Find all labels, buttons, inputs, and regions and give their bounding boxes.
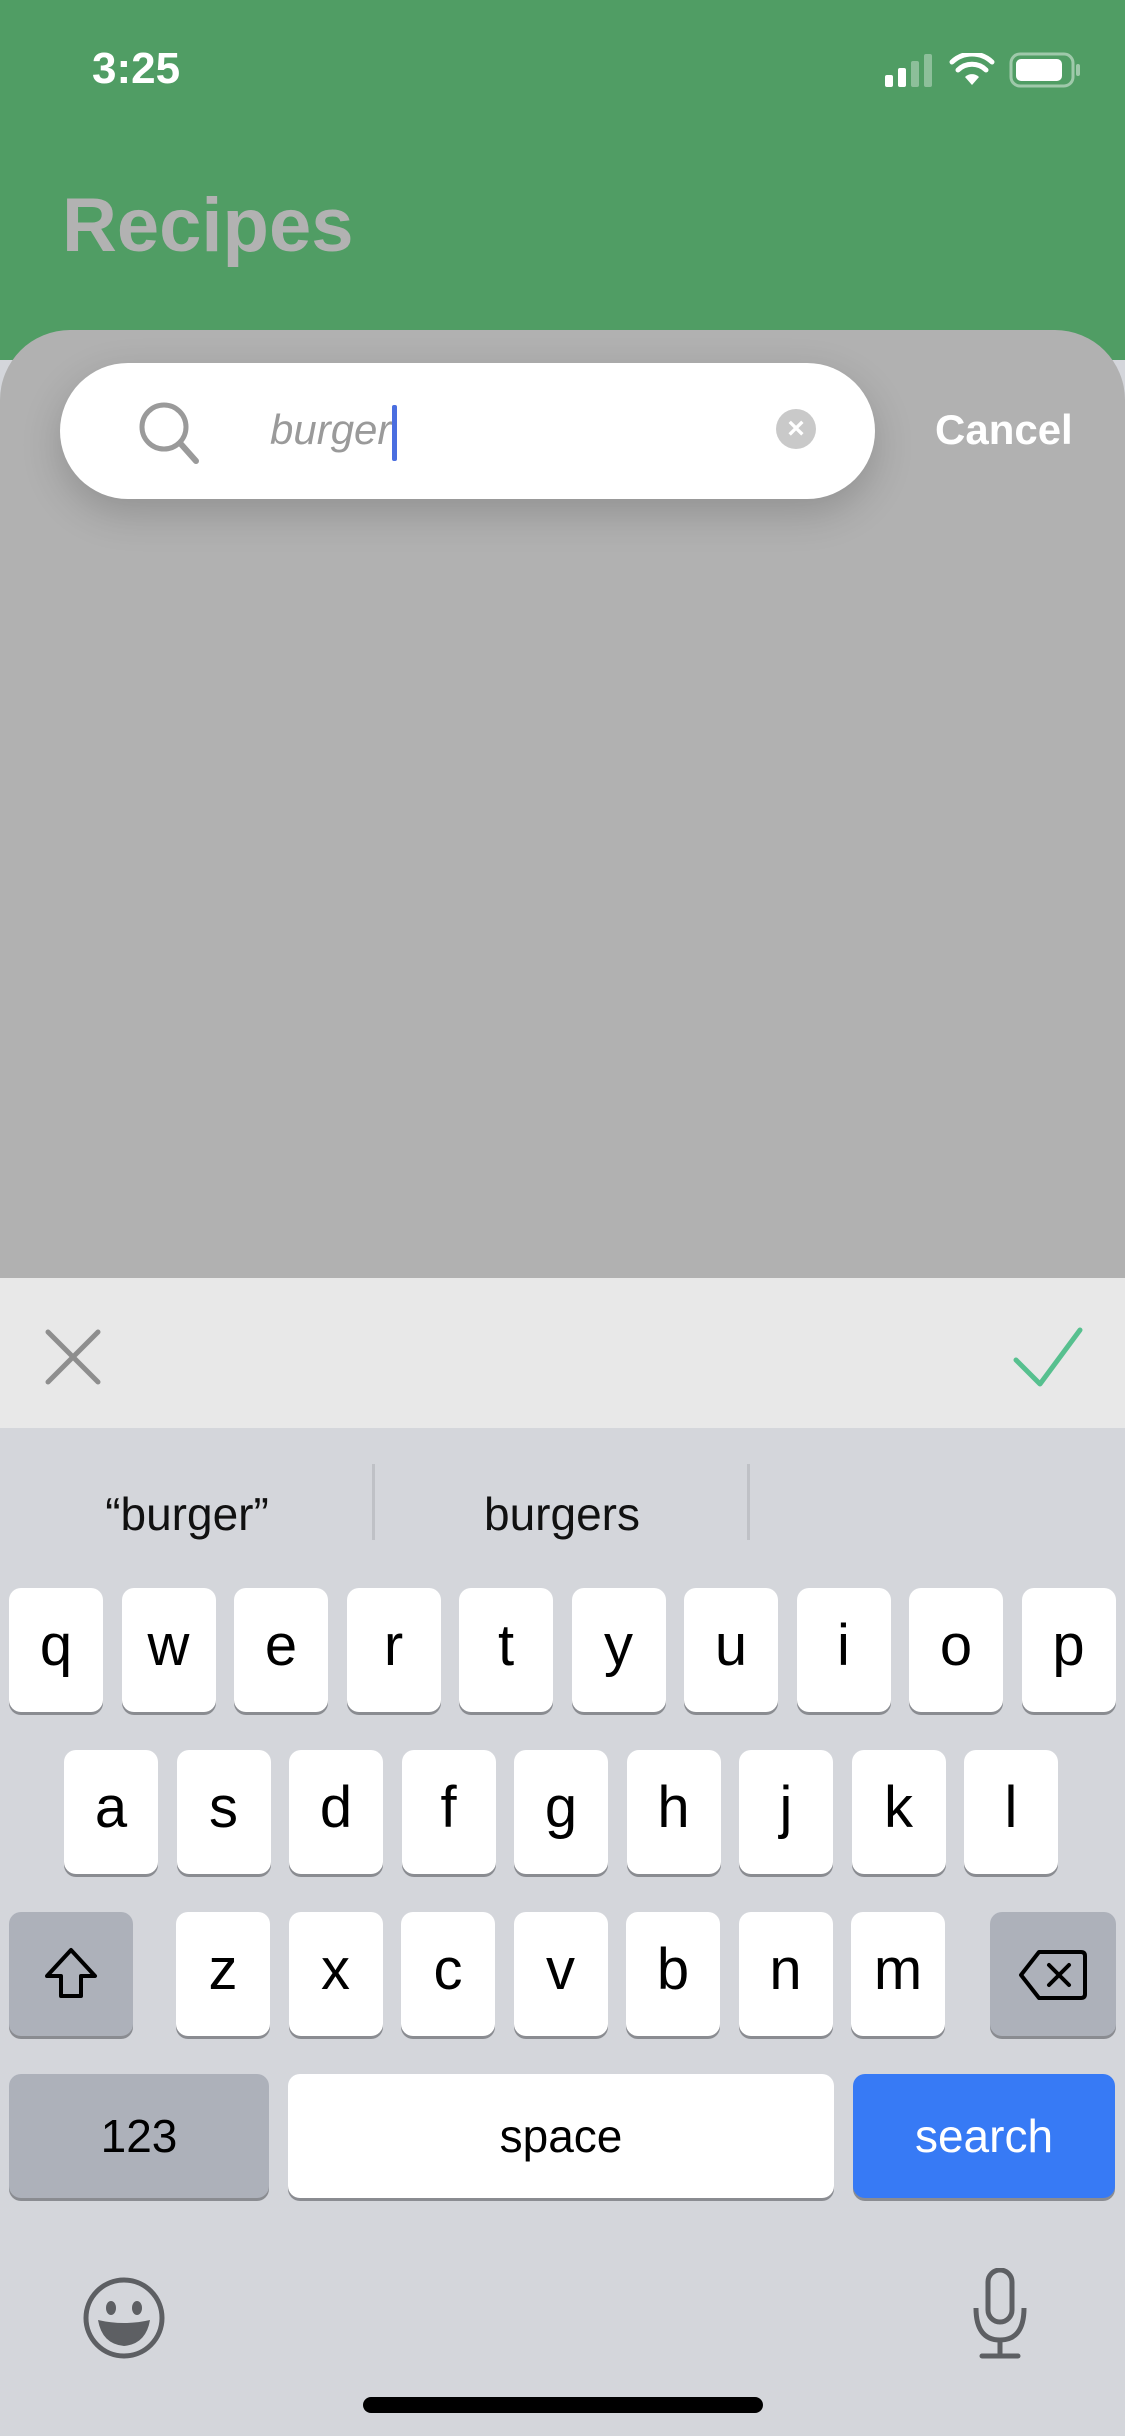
status-time: 3:25 [92, 44, 181, 93]
key-y[interactable]: y [571, 1588, 666, 1712]
keyboard: “burger” burgers 123 space search qwerty… [0, 1428, 1125, 2436]
key-z[interactable]: z [176, 1912, 270, 2036]
key-x[interactable]: x [288, 1912, 383, 2036]
key-m[interactable]: m [851, 1912, 945, 2036]
key-n[interactable]: n [738, 1912, 833, 2036]
numbers-key[interactable]: 123 [9, 2074, 269, 2198]
key-t[interactable]: t [459, 1588, 553, 1712]
key-v[interactable]: v [513, 1912, 608, 2036]
backspace-key[interactable] [990, 1912, 1116, 2036]
key-r[interactable]: r [346, 1588, 441, 1712]
key-g[interactable]: g [514, 1750, 608, 1874]
cellular-signal-icon [885, 54, 932, 87]
key-i[interactable]: i [796, 1588, 891, 1712]
search-input-value: burger [270, 406, 392, 454]
key-h[interactable]: h [626, 1750, 721, 1874]
key-s[interactable]: s [176, 1750, 271, 1874]
battery-icon [1009, 52, 1080, 88]
key-f[interactable]: f [401, 1750, 496, 1874]
home-indicator[interactable] [363, 2397, 763, 2413]
close-x-icon[interactable] [42, 1326, 104, 1388]
key-l[interactable]: l [964, 1750, 1058, 1874]
page-title: Recipes [62, 183, 354, 268]
wifi-icon [949, 53, 995, 85]
key-e[interactable]: e [234, 1588, 328, 1712]
prediction-burgers[interactable]: burgers [375, 1478, 749, 1550]
search-field[interactable]: burger × [60, 363, 875, 499]
key-o[interactable]: o [909, 1588, 1003, 1712]
key-c[interactable]: c [401, 1912, 495, 2036]
key-a[interactable]: a [64, 1750, 158, 1874]
space-key[interactable]: space [288, 2074, 834, 2198]
key-d[interactable]: d [289, 1750, 383, 1874]
key-p[interactable]: p [1021, 1588, 1116, 1712]
backspace-icon [1019, 1950, 1087, 2000]
emoji-icon[interactable] [82, 2276, 166, 2360]
microphone-icon[interactable] [968, 2268, 1032, 2360]
key-j[interactable]: j [739, 1750, 833, 1874]
clear-search-button[interactable]: × [776, 409, 816, 449]
input-accessory-toolbar [0, 1278, 1125, 1428]
checkmark-icon[interactable] [1010, 1326, 1086, 1388]
key-b[interactable]: b [626, 1912, 720, 2036]
prediction-empty[interactable] [750, 1478, 1125, 1550]
key-k[interactable]: k [851, 1750, 946, 1874]
key-q[interactable]: q [9, 1588, 103, 1712]
search-return-key[interactable]: search [853, 2074, 1115, 2198]
search-input[interactable]: burger [270, 405, 398, 461]
prediction-quoted[interactable]: “burger” [0, 1478, 374, 1550]
status-icons [883, 52, 1083, 88]
shift-arrow-icon [45, 1948, 97, 1998]
magnifier-icon [139, 402, 199, 464]
shift-key[interactable] [9, 1912, 133, 2036]
cancel-button[interactable]: Cancel [935, 406, 1073, 454]
app-header: 3:25 Recipes [0, 0, 1125, 360]
key-w[interactable]: w [121, 1588, 216, 1712]
clear-circle-icon: × [787, 412, 805, 445]
text-caret [392, 405, 398, 461]
key-u[interactable]: u [684, 1588, 778, 1712]
